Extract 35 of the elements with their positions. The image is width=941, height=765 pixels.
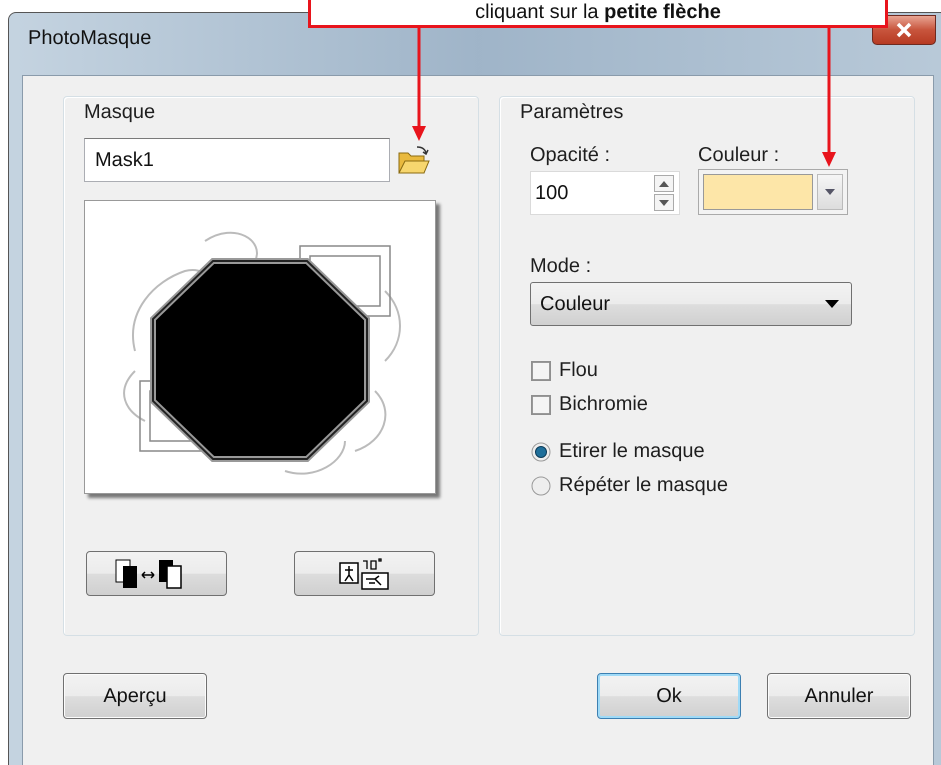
radio-button[interactable] — [531, 442, 551, 462]
down-arrow-icon — [825, 189, 835, 195]
color-dropdown-button[interactable] — [817, 174, 843, 210]
preview-button[interactable]: Aperçu — [63, 673, 207, 719]
radio-button[interactable] — [531, 476, 551, 496]
cancel-button[interactable]: Annuler — [767, 673, 911, 719]
color-swatch[interactable] — [703, 174, 813, 210]
down-arrow-icon — [659, 200, 669, 206]
group-title: Paramètres — [520, 101, 624, 124]
mode-dropdown[interactable]: Couleur — [530, 282, 852, 326]
window-title: PhotoMasque — [28, 26, 152, 50]
invert-mask-button[interactable] — [86, 551, 227, 596]
ok-button[interactable]: Ok — [597, 673, 741, 719]
rotate-button[interactable] — [294, 551, 435, 596]
checkbox-option[interactable]: Bichromie — [531, 393, 914, 416]
checkbox[interactable] — [531, 394, 551, 414]
opacity-input[interactable]: 100 — [530, 171, 680, 215]
checkbox[interactable] — [531, 360, 551, 380]
radio-option[interactable]: Etirer le masque — [531, 440, 914, 463]
checkbox-option[interactable]: Flou — [531, 359, 914, 382]
opacity-label: Opacité : — [530, 144, 612, 167]
up-arrow-icon — [659, 180, 669, 186]
callout-text: cliquant sur la petite flèche — [475, 1, 721, 23]
folder-icon[interactable] — [397, 144, 431, 176]
color-label: Couleur : — [698, 144, 780, 167]
color-picker[interactable] — [698, 169, 848, 215]
spin-down-button[interactable] — [654, 194, 674, 211]
mode-label: Mode : — [530, 255, 592, 278]
spin-up-button[interactable] — [654, 175, 674, 192]
rotate-90-icon — [338, 556, 390, 590]
group-title: Masque — [84, 101, 156, 124]
mask-name-field[interactable]: Mask1 — [84, 138, 390, 182]
dropdown-arrow-icon — [825, 300, 839, 308]
close-icon — [895, 22, 913, 38]
radio-option[interactable]: Répéter le masque — [531, 474, 914, 497]
